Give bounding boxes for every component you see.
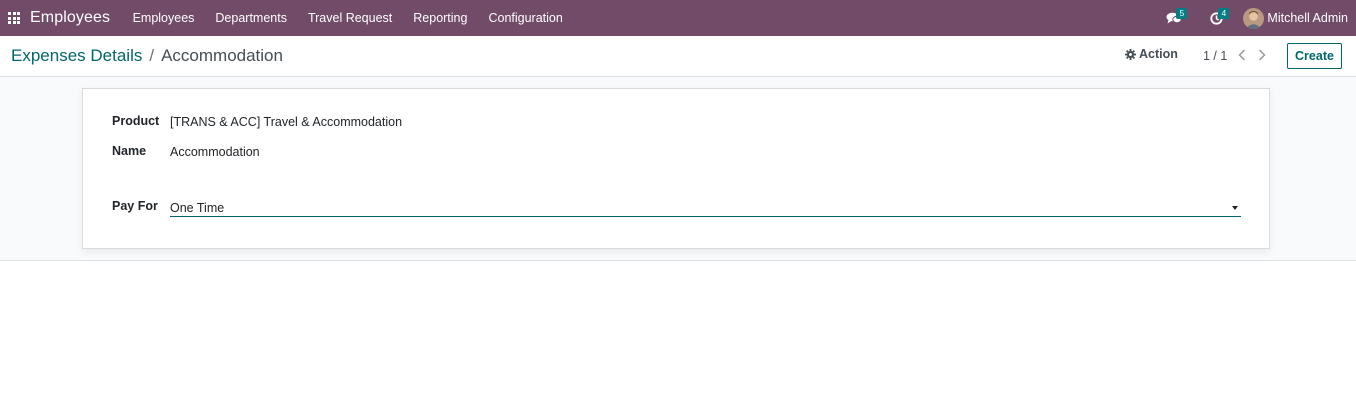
menu-employees[interactable]: Employees <box>122 0 205 36</box>
breadcrumb-current: Accommodation <box>161 46 283 65</box>
product-value: [TRANS & ACC] Travel & Accommodation <box>170 115 403 129</box>
messages-count-badge: 5 <box>1176 8 1188 19</box>
pay-for-value: One Time <box>170 200 225 215</box>
breadcrumb: Expenses Details / Accommodation <box>11 46 283 66</box>
menu-travel-request[interactable]: Travel Request <box>297 0 402 36</box>
activities-count-badge: 4 <box>1218 8 1230 19</box>
name-label: Name <box>112 144 147 158</box>
top-navbar: Employees Employees Departments Travel R… <box>0 0 1356 36</box>
pager-next-button[interactable] <box>1255 47 1269 63</box>
control-panel: Expenses Details / Accommodation Action … <box>0 36 1356 77</box>
menu-configuration[interactable]: Configuration <box>478 0 573 36</box>
product-label: Product <box>112 114 160 128</box>
form-sheet: Product [TRANS & ACC] Travel & Accommoda… <box>82 88 1270 249</box>
avatar <box>1243 7 1265 29</box>
create-button[interactable]: Create <box>1287 43 1342 69</box>
user-name: Mitchell Admin <box>1267 11 1348 25</box>
app-brand[interactable]: Employees <box>30 9 110 27</box>
breadcrumb-separator: / <box>149 46 155 65</box>
chevron-right-icon <box>1259 49 1266 61</box>
chevron-left-icon <box>1238 49 1245 61</box>
form-view: Product [TRANS & ACC] Travel & Accommoda… <box>0 77 1356 261</box>
menu-reporting[interactable]: Reporting <box>403 0 478 36</box>
pager-previous-button[interactable] <box>1235 47 1249 63</box>
activities-button[interactable]: 4 <box>1201 0 1231 36</box>
action-label: Action <box>1139 47 1178 61</box>
chevron-down-icon <box>1232 205 1238 210</box>
messages-button[interactable]: 5 <box>1159 0 1189 36</box>
menu-departments[interactable]: Departments <box>205 0 298 36</box>
apps-menu-icon[interactable] <box>0 0 26 36</box>
pager-value[interactable]: 1 / 1 <box>1203 49 1227 63</box>
pay-for-label: Pay For <box>112 199 158 213</box>
gear-icon <box>1125 48 1136 60</box>
breadcrumb-parent-link[interactable]: Expenses Details <box>11 46 142 66</box>
pay-for-select[interactable]: One Time <box>170 199 1241 217</box>
user-menu[interactable]: Mitchell Admin <box>1243 7 1348 29</box>
name-value: Accommodation <box>170 145 260 159</box>
action-button[interactable]: Action <box>1125 47 1178 61</box>
